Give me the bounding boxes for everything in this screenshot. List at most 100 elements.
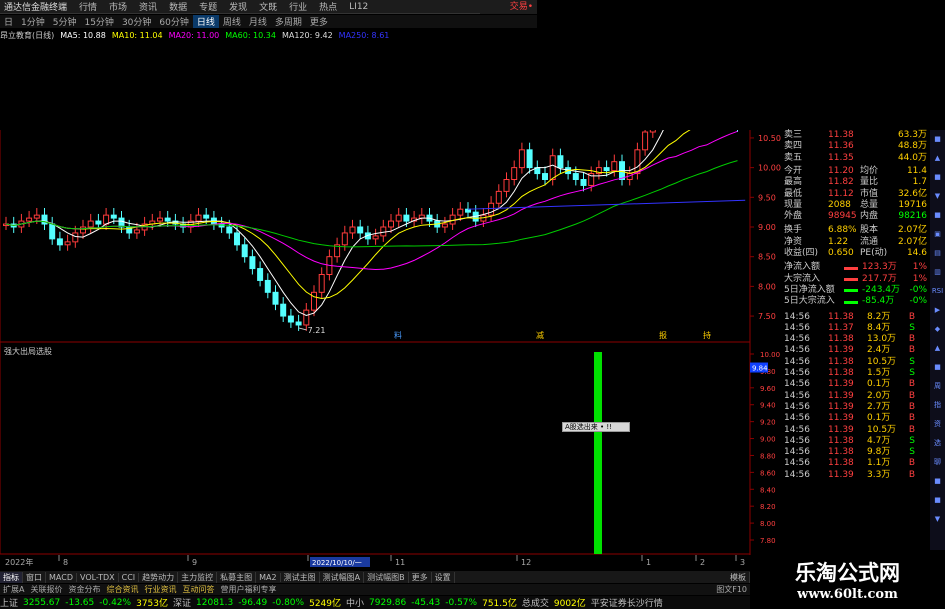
- period-tab-5[interactable]: 60分钟: [155, 15, 192, 28]
- indicator-tab-7[interactable]: 私募主图: [217, 571, 257, 583]
- period-tab-6[interactable]: 日线: [192, 15, 219, 28]
- stat-row: 今开 11.20 均价 11.4: [782, 166, 929, 177]
- period-tab-9[interactable]: 多周期: [271, 15, 306, 28]
- flow-value: 123.3万: [862, 262, 897, 273]
- menu-item-6[interactable]: 文既: [253, 0, 283, 13]
- side-tool-icon[interactable]: ▶: [930, 301, 945, 320]
- indicator-tab-8[interactable]: MA2: [256, 572, 281, 582]
- side-tool-icon[interactable]: ■: [930, 472, 945, 491]
- period-tab-10[interactable]: 更多: [306, 15, 332, 28]
- ext-tab-5[interactable]: 互动问答: [179, 584, 217, 595]
- stat-row: 最高 11.82 量比 1.7: [782, 177, 929, 188]
- ext-tab-1[interactable]: 关联报价: [27, 584, 65, 595]
- indicator-tab-0[interactable]: 指标: [0, 571, 23, 583]
- side-tool-icon[interactable]: ▣: [930, 225, 945, 244]
- side-tool-icon[interactable]: ▼: [930, 510, 945, 529]
- side-tool-icon[interactable]: 聊: [930, 453, 945, 472]
- ma10-line: [5, 107, 738, 300]
- indicator-tab-4[interactable]: CCI: [119, 572, 140, 582]
- indicator-tab-2[interactable]: MACD: [46, 572, 77, 582]
- event-mark-1[interactable]: 减: [536, 330, 544, 340]
- side-tool-icon[interactable]: ▤: [930, 244, 945, 263]
- stat-value: 1.22: [828, 236, 849, 247]
- stat-value-2: 14.6: [906, 248, 927, 258]
- indicator-tab-9[interactable]: 测试主图: [281, 571, 320, 583]
- side-tool-icon[interactable]: ▼: [930, 187, 945, 206]
- tick-price: 11.39: [828, 424, 854, 435]
- event-mark-2[interactable]: 报: [659, 330, 667, 340]
- side-tool-icon[interactable]: 资: [930, 415, 945, 434]
- period-tab-8[interactable]: 月线: [245, 15, 271, 28]
- candle: [503, 172, 510, 198]
- candle: [611, 154, 618, 177]
- side-tool-icon[interactable]: 周: [930, 377, 945, 396]
- side-tool-icon[interactable]: ▲: [930, 339, 945, 358]
- flow-value: 217.7万: [862, 273, 897, 284]
- tick-price: 11.38: [828, 368, 854, 378]
- side-tool-icon[interactable]: ◆: [930, 320, 945, 339]
- event-mark-0[interactable]: 料: [394, 330, 402, 340]
- date-label: 12: [521, 558, 531, 567]
- trade-button[interactable]: 交易•: [480, 0, 537, 14]
- side-tool-icon[interactable]: ■: [930, 358, 945, 377]
- status-item: -0.80%: [272, 597, 305, 608]
- side-tool-icon[interactable]: ■: [930, 206, 945, 225]
- menu-item-9[interactable]: LI12: [343, 2, 374, 12]
- ext-tab-2[interactable]: 资金分布: [65, 584, 103, 595]
- indicator-tab-6[interactable]: 主力监控: [178, 571, 218, 583]
- menu-item-5[interactable]: 发现: [223, 0, 253, 13]
- tick-time: 14:56: [784, 390, 810, 401]
- tick-time: 14:56: [784, 379, 810, 390]
- period-tab-3[interactable]: 15分钟: [80, 15, 117, 28]
- side-tool-icon[interactable]: ■: [930, 130, 945, 149]
- indicator-tab-11[interactable]: 测试幅图B: [364, 571, 409, 583]
- side-tool-icon[interactable]: ■: [930, 491, 945, 510]
- menu-item-8[interactable]: 热点: [313, 0, 343, 13]
- tick-volume: 8.4万: [867, 322, 891, 333]
- date-axis: [0, 555, 750, 571]
- period-tab-1[interactable]: 1分钟: [17, 15, 49, 28]
- side-tool-icon[interactable]: 指: [930, 396, 945, 415]
- menu-item-3[interactable]: 数据: [163, 0, 193, 13]
- stat-label-2: PE(动): [860, 248, 888, 258]
- period-tab-7[interactable]: 周线: [219, 15, 245, 28]
- side-tool-icon[interactable]: 选: [930, 434, 945, 453]
- side-tool-icon[interactable]: ▲: [930, 149, 945, 168]
- indicator-tab-5[interactable]: 趋势动力: [139, 571, 179, 583]
- chart-canvas[interactable]: 10.50 10.00 9.50 9.00 8.50 8.00 7.50 7.21 料 减 报 持 10…: [0, 42, 782, 571]
- ext-tab-3[interactable]: 综合资讯: [103, 584, 141, 595]
- tick-side: B: [908, 424, 915, 435]
- indicator-tab-1[interactable]: 窗口: [23, 571, 46, 583]
- tick-volume: 10.5万: [867, 356, 897, 367]
- ext-tab-4[interactable]: 行业资讯: [141, 584, 179, 595]
- indicator-tab-3[interactable]: VOL-TDX: [77, 572, 119, 582]
- period-tab-4[interactable]: 30分钟: [118, 15, 155, 28]
- ext-tab-0[interactable]: 扩展A: [0, 584, 27, 595]
- side-tool-icon[interactable]: ■: [930, 168, 945, 187]
- candle: [272, 285, 279, 311]
- menu-item-0[interactable]: 行情: [73, 0, 103, 13]
- ext-tab-6[interactable]: 营用户福利专享: [217, 584, 279, 595]
- ma-label-2: MA20: 11.00: [168, 30, 220, 40]
- stat-value: 11.20: [828, 165, 854, 176]
- side-tool-icon[interactable]: ▥: [930, 263, 945, 282]
- template-tab[interactable]: 模板: [727, 571, 750, 583]
- indicator-tab-10[interactable]: 测试幅图A: [320, 571, 365, 583]
- candle: [380, 219, 387, 242]
- period-tab-2[interactable]: 5分钟: [49, 15, 81, 28]
- indicator-tick-label: 8.80: [760, 452, 776, 460]
- menu-item-4[interactable]: 专题: [193, 0, 223, 13]
- side-tool-icon[interactable]: RSI: [930, 282, 945, 301]
- period-tab-0[interactable]: 日: [0, 15, 17, 28]
- tick-volume: 0.1万: [867, 413, 891, 424]
- stat-value: 2088: [828, 199, 851, 210]
- menu-item-7[interactable]: 行业: [283, 0, 313, 13]
- event-mark-3[interactable]: 持: [703, 330, 711, 340]
- indicator-tick-label: 9.00: [760, 436, 776, 444]
- indicator-tab-13[interactable]: 设置: [432, 571, 455, 583]
- f10-tab[interactable]: 图文F10: [713, 584, 750, 595]
- menu-item-2[interactable]: 资讯: [133, 0, 163, 13]
- flow-value: -85.4万: [862, 296, 895, 307]
- menu-item-1[interactable]: 市场: [103, 0, 133, 13]
- indicator-tab-12[interactable]: 更多: [409, 571, 432, 583]
